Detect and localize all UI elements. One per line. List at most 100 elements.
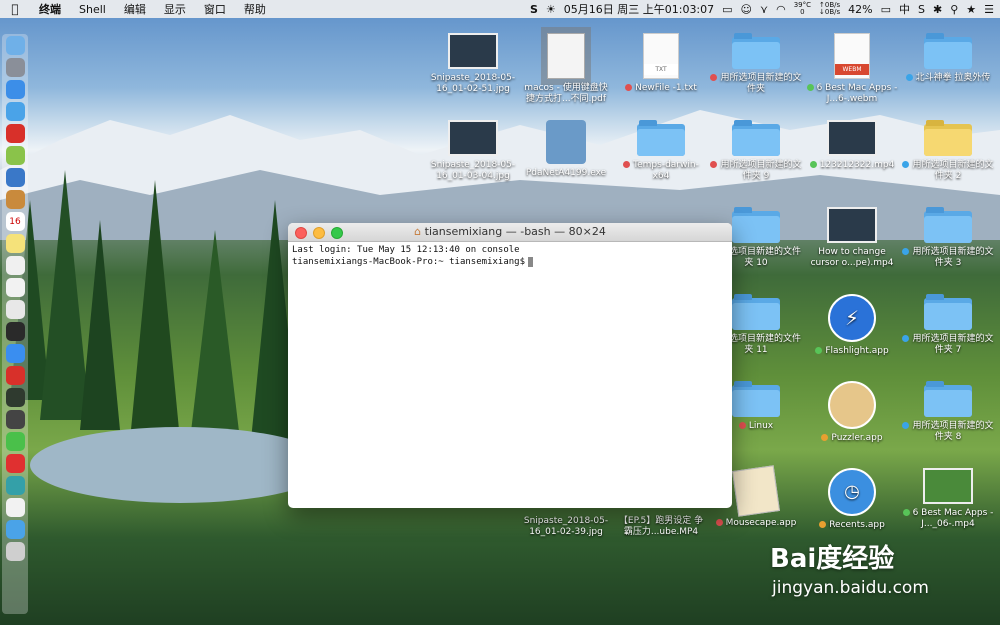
desktop-icon[interactable]: 用所选项目新建的文件夹 3 (902, 207, 994, 269)
desktop-icon[interactable]: 6 Best Mac Apps - J..._06-.mp4 (902, 468, 994, 530)
downloads-folder-icon[interactable] (5, 520, 25, 539)
appstore-icon[interactable] (5, 344, 25, 363)
desktop-icon[interactable]: How to change cursor o...pe).mp4 (806, 207, 898, 269)
terminal-line: Last login: Tue May 15 12:13:40 on conso… (292, 245, 520, 255)
notes-icon[interactable] (5, 234, 25, 253)
desktop-icon[interactable]: 用所选项目新建的文件夹 2 (902, 120, 994, 182)
weibo-icon[interactable] (5, 454, 25, 473)
snipaste-icon[interactable]: S (530, 3, 538, 16)
star-icon[interactable]: ★ (966, 3, 976, 16)
desktop-icon[interactable]: TXT NewFile -1.txt (615, 33, 707, 94)
desktop-icon-label: 北斗神拳 拉奥外传 (915, 73, 991, 83)
battery-percent[interactable]: 42% (848, 3, 872, 16)
finder-status-icon[interactable]: ☺ (741, 3, 752, 16)
desktop-icon[interactable]: Snipaste_2018-05-16_01-02-51.jpg (427, 33, 519, 95)
terminal-window[interactable]: ⌂ tiansemixiang — -bash — 80×24 Last log… (288, 223, 732, 508)
sogou-icon[interactable]: S (918, 3, 925, 16)
terminal-body[interactable]: Last login: Tue May 15 12:13:40 on conso… (288, 242, 732, 270)
desktop-icon-label: 【EP.5】跑男设定 争霸压力...ube.MP4 (618, 516, 704, 537)
console-icon[interactable] (5, 410, 25, 429)
desktop-icon[interactable]: Puzzler.app (806, 381, 898, 444)
desktop-icon[interactable]: 用所选项目新建的文件夹 7 (902, 294, 994, 356)
netease-music-icon[interactable] (5, 124, 25, 143)
chrome-icon[interactable] (5, 300, 25, 319)
home-folder-icon: ⌂ (414, 225, 422, 238)
menu-shell[interactable]: Shell (70, 3, 115, 16)
desktop-icon[interactable]: 123212322.mp4 (806, 120, 898, 171)
desktop-icon-label: 用所选项目新建的文件夹 9 (720, 160, 802, 181)
folder-icon (924, 381, 972, 417)
textedit-icon[interactable] (5, 278, 25, 297)
input-method[interactable]: 中 (899, 1, 910, 17)
desktop-icon[interactable]: WEBM 6 Best Mac Apps - J...6-.webm (806, 33, 898, 105)
terminal2-icon[interactable] (5, 388, 25, 407)
txt-file-icon: TXT (643, 33, 679, 79)
desktop-icon-label: 用所选项目新建的文件夹 8 (912, 421, 994, 442)
temperature-indicator[interactable]: 39°C 0 (794, 2, 811, 16)
terminal-title-text: tiansemixiang — -bash — 80×24 (424, 225, 606, 238)
desktop-icon-label: How to change cursor o...pe).mp4 (810, 247, 894, 268)
desktop-icon[interactable]: 用所选项目新建的文件夹 (710, 33, 802, 95)
menu-help[interactable]: 帮助 (235, 1, 275, 17)
wifi-icon[interactable]: ◠ (776, 3, 786, 16)
color-tag (902, 248, 910, 255)
file-badge: TXT (644, 64, 678, 75)
preview-icon[interactable] (5, 168, 25, 187)
terminal-icon[interactable] (5, 322, 25, 341)
desktop-icon[interactable]: PdaNetA4199.exe (520, 120, 612, 179)
other-app-icon[interactable] (5, 476, 25, 495)
trash-icon[interactable] (5, 542, 25, 561)
apple-menu-icon[interactable]:  (0, 2, 30, 16)
desktop-icon[interactable]: 用所选项目新建的文件夹 8 (902, 381, 994, 443)
desktop-icon-label: 用所选项目新建的文件夹 2 (912, 160, 994, 181)
color-tag (715, 519, 723, 526)
vivaldi-icon[interactable] (5, 366, 25, 385)
terminal-prompt-line: tiansemixiangs-MacBook-Pro:~ tiansemixia… (292, 256, 728, 268)
book-icon[interactable] (5, 190, 25, 209)
desktop-icon[interactable]: 北斗神拳 拉奥外传 (902, 33, 994, 84)
status-area: S ☀ 05月16日 周三 上午01:03:07 ▭ ☺ ⋎ ◠ 39°C 0 … (530, 0, 994, 18)
desktop-icon[interactable]: ◷ Recents.app (806, 468, 898, 531)
brightness-icon[interactable]: ☀ (546, 3, 556, 16)
screen-icon[interactable]: ▭ (722, 3, 732, 16)
spotlight-icon[interactable]: ⚲ (950, 3, 958, 16)
menu-edit[interactable]: 编辑 (115, 1, 155, 17)
transmit-icon[interactable]: ⋎ (760, 3, 768, 16)
net-down: ↓0B/s (818, 8, 841, 16)
color-tag (710, 74, 718, 81)
terminal-titlebar[interactable]: ⌂ tiansemixiang — -bash — 80×24 (288, 223, 732, 242)
desktop-icon-label: 6 Best Mac Apps - J..._06-.mp4 (912, 508, 994, 529)
desktop-icon[interactable]: 用所选项目新建的文件夹 9 (710, 120, 802, 182)
color-tag (902, 509, 910, 516)
battery-icon[interactable]: ▭ (881, 3, 891, 16)
terminal-title: ⌂ tiansemixiang — -bash — 80×24 (288, 225, 732, 238)
thumbnail-icon (448, 33, 498, 69)
desktop-icon[interactable]: Temps-darwin-x64 (615, 120, 707, 182)
photos-icon[interactable] (5, 256, 25, 275)
wechat-icon[interactable] (5, 432, 25, 451)
clock[interactable]: 05月16日 周三 上午01:03:07 (564, 1, 714, 17)
menu-window[interactable]: 窗口 (195, 1, 235, 17)
color-tag (905, 74, 913, 81)
menu-app-name[interactable]: 终端 (30, 1, 70, 17)
menu-view[interactable]: 显示 (155, 1, 195, 17)
thumbnail-icon (923, 468, 973, 504)
folder-icon (732, 33, 780, 69)
launchpad-icon[interactable] (5, 58, 25, 77)
desktop-icon[interactable]: macos - 使用键盘快捷方式打...不同.pdf (520, 33, 612, 105)
qq-icon[interactable] (5, 102, 25, 121)
notification-center-icon[interactable]: ☰ (984, 3, 994, 16)
desktop-icon-label: 6 Best Mac Apps - J...6-.webm (816, 83, 898, 104)
finder-icon[interactable] (5, 36, 25, 55)
network-speed[interactable]: ↑0B/s ↓0B/s (819, 2, 840, 16)
android-icon[interactable] (5, 146, 25, 165)
calendar-icon[interactable]: 16 (5, 212, 25, 231)
color-tag (710, 161, 718, 168)
temperature-sub: 0 (800, 8, 805, 16)
bluetooth-icon[interactable]: ✱ (933, 3, 942, 16)
safari-icon[interactable] (5, 80, 25, 99)
folder-icon (924, 33, 972, 69)
desktop-icon[interactable]: Snipaste_2018-05-16_01-03-04.jpg (427, 120, 519, 182)
document-icon[interactable] (5, 498, 25, 517)
desktop-icon[interactable]: ⚡ Flashlight.app (806, 294, 898, 357)
